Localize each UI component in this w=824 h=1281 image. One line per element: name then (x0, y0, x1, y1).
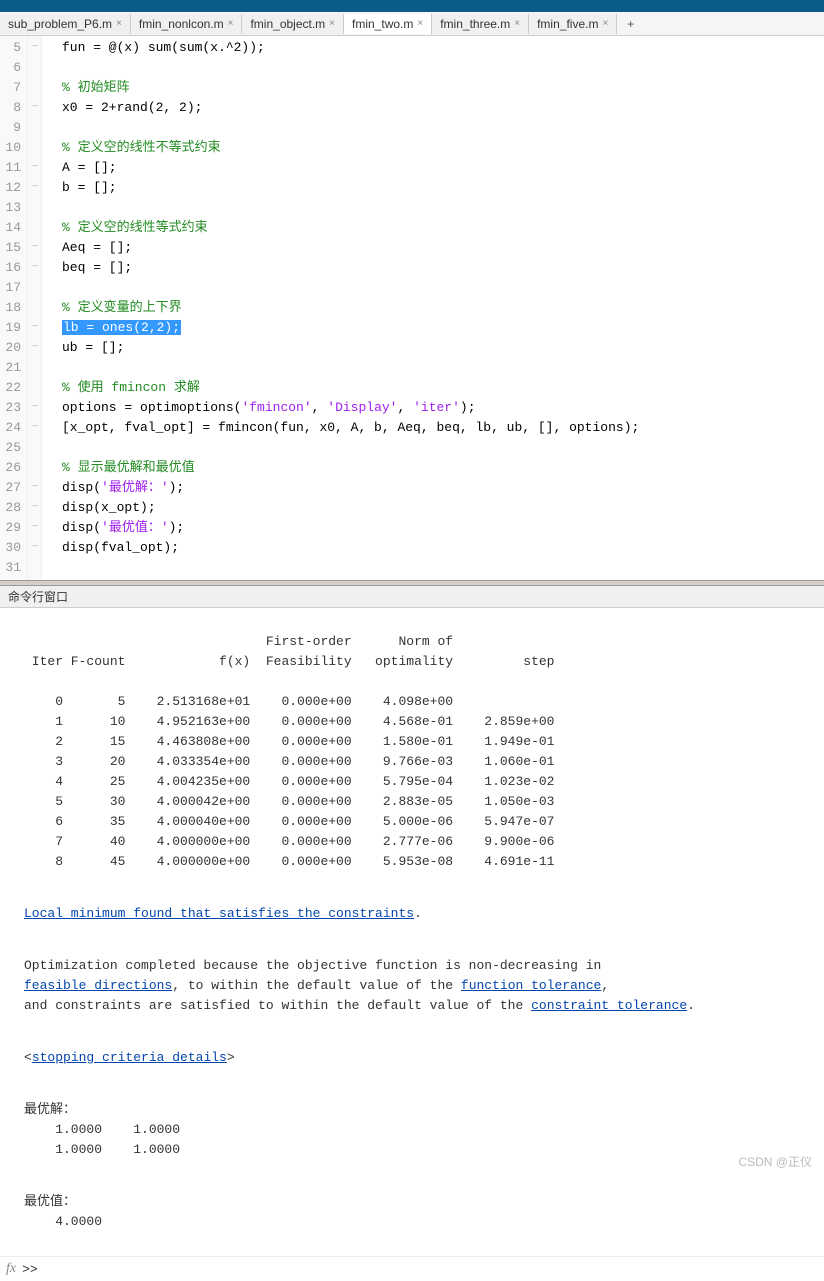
tab-label: fmin_object.m (250, 17, 325, 31)
close-icon[interactable]: × (602, 18, 608, 29)
line-gutter: 5678910111213141516171819202122232425262… (0, 36, 28, 580)
prompt-row[interactable]: fx >> (0, 1256, 824, 1281)
close-icon[interactable]: × (228, 18, 234, 29)
tab-fmin-object[interactable]: fmin_object.m × (242, 14, 344, 34)
local-min-link[interactable]: Local minimum found that satisfies the c… (24, 906, 414, 921)
tab-fmin-three[interactable]: fmin_three.m × (432, 14, 529, 34)
constraint-tol-link[interactable]: constraint tolerance (531, 998, 687, 1013)
tab-label: fmin_three.m (440, 17, 510, 31)
tab-bar: sub_problem_P6.m × fmin_nonlcon.m × fmin_o… (0, 12, 824, 36)
stopping-link[interactable]: stopping criteria details (32, 1050, 227, 1065)
close-icon[interactable]: × (417, 18, 423, 29)
add-tab-button[interactable]: + (617, 14, 644, 34)
prompt: >> (22, 1262, 38, 1277)
code-editor[interactable]: 5678910111213141516171819202122232425262… (0, 36, 824, 580)
iter-rows: 0 5 2.513168e+01 0.000e+00 4.098e+00 1 1… (24, 692, 804, 872)
iter-header: First-order Norm of Iter F-count f(x) Fe… (24, 632, 804, 672)
func-tol-link[interactable]: function tolerance (461, 978, 601, 993)
tab-fmin-two[interactable]: fmin_two.m × (344, 14, 432, 34)
tab-label: sub_problem_P6.m (8, 17, 112, 31)
close-icon[interactable]: × (116, 18, 122, 29)
tab-fmin-nonlcon[interactable]: fmin_nonlcon.m × (131, 14, 243, 34)
tab-label: fmin_nonlcon.m (139, 17, 224, 31)
tab-label: fmin_five.m (537, 17, 598, 31)
close-icon[interactable]: × (329, 18, 335, 29)
fold-gutter[interactable]: −−−−−−−−−−−−−− (28, 36, 42, 580)
tab-fmin-five[interactable]: fmin_five.m × (529, 14, 617, 34)
out-label-sol: 最优解： (24, 1102, 76, 1117)
tab-label: fmin_two.m (352, 17, 413, 31)
console-header: 命令行窗口 (0, 586, 824, 608)
tab-sub-problem[interactable]: sub_problem_P6.m × (0, 14, 131, 34)
out-label-val: 最优值： (24, 1194, 76, 1209)
fx-icon: fx (6, 1261, 16, 1277)
feasible-link[interactable]: feasible directions (24, 978, 172, 993)
console-output[interactable]: First-order Norm of Iter F-count f(x) Fe… (0, 608, 824, 1256)
close-icon[interactable]: × (514, 18, 520, 29)
watermark: CSDN @正仪 (738, 1153, 812, 1170)
titlebar (0, 0, 824, 12)
code-area[interactable]: fun = @(x) sum(sum(x.^2));% 初始矩阵x0 = 2+r… (42, 36, 824, 580)
